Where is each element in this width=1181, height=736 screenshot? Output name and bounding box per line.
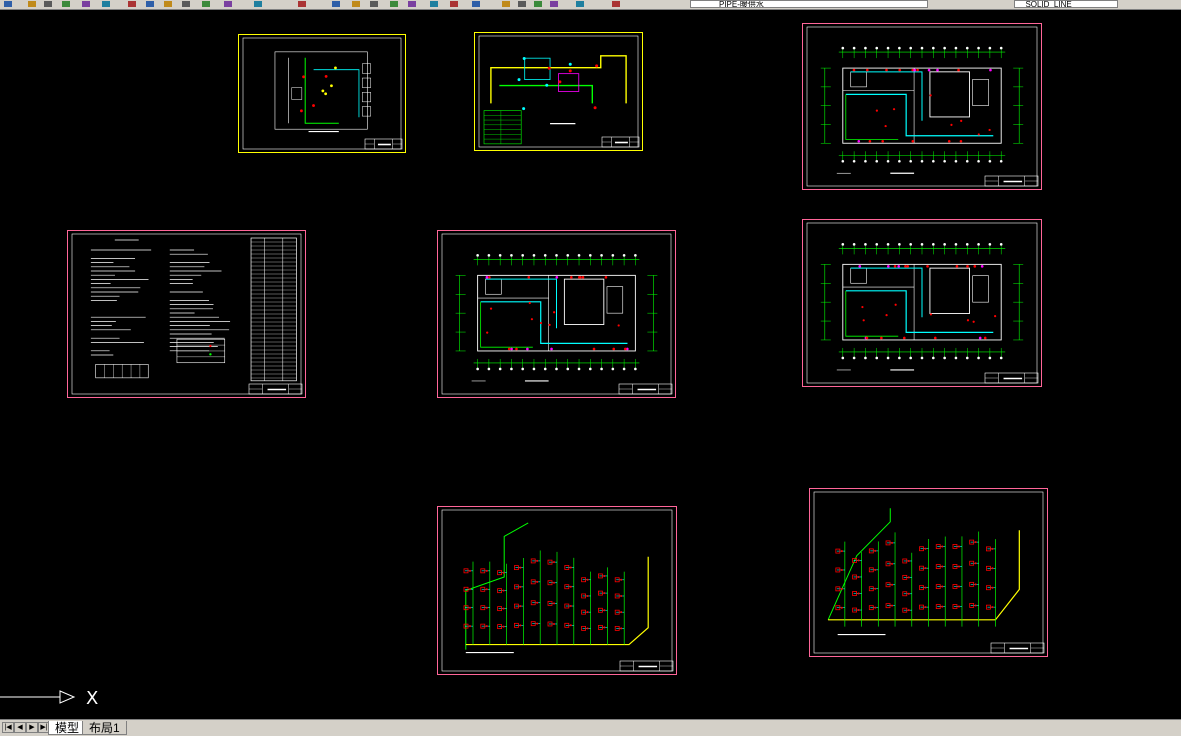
plot-preview-icon[interactable] — [80, 0, 92, 8]
sheet-graphics — [474, 32, 643, 151]
properties-icon[interactable] — [368, 0, 380, 8]
pan-icon[interactable] — [252, 0, 264, 8]
match-properties-icon[interactable] — [180, 0, 192, 8]
layer-manager-icon[interactable] — [516, 0, 528, 8]
redo-icon[interactable] — [222, 0, 234, 8]
standard-toolbar: PIPE-暖供水 _SOLID_LINE — [0, 0, 1181, 10]
drawing-sheet-isometric-1[interactable] — [437, 506, 677, 675]
print-icon[interactable] — [60, 0, 72, 8]
next-tab-icon[interactable]: ▶ — [26, 722, 38, 733]
cut-icon[interactable] — [126, 0, 138, 8]
paste-icon[interactable] — [162, 0, 174, 8]
sheet-set-icon[interactable] — [428, 0, 440, 8]
drawing-sheet-floor-plan-3[interactable] — [802, 219, 1042, 387]
markup-icon[interactable] — [448, 0, 460, 8]
open-icon[interactable] — [26, 0, 38, 8]
zoom-realtime-icon[interactable] — [296, 0, 308, 8]
publish-icon[interactable] — [100, 0, 112, 8]
drawing-sheet-system-schematic-2[interactable] — [474, 32, 643, 151]
tool-palettes-icon[interactable] — [406, 0, 418, 8]
plot-style-icon[interactable] — [610, 0, 622, 8]
sheet-graphics — [802, 23, 1042, 190]
zoom-window-icon[interactable] — [330, 0, 342, 8]
zoom-previous-icon[interactable] — [350, 0, 362, 8]
new-icon[interactable] — [2, 0, 14, 8]
sheet-graphics — [437, 230, 676, 398]
layer-state-icon[interactable] — [532, 0, 544, 8]
sheet-graphics — [809, 488, 1048, 657]
layout-tab-bar: |◀ ◀ ▶ ▶| 模型 布局1 — [0, 719, 1181, 736]
undo-icon[interactable] — [200, 0, 212, 8]
sheet-graphics — [437, 506, 677, 675]
line-weight-icon[interactable] — [574, 0, 586, 8]
layer-previous-icon[interactable] — [548, 0, 560, 8]
tab-layout1[interactable]: 布局1 — [82, 721, 127, 735]
drawing-sheet-system-schematic-1[interactable] — [238, 34, 406, 153]
ucs-icon: X — [0, 688, 98, 709]
drawing-sheet-floor-plan-2[interactable] — [437, 230, 676, 398]
drawing-sheet-floor-plan-1[interactable] — [802, 23, 1042, 190]
help-icon[interactable] — [500, 0, 512, 8]
drawing-sheet-isometric-2[interactable] — [809, 488, 1048, 657]
prev-tab-icon[interactable]: ◀ — [14, 722, 26, 733]
first-tab-icon[interactable]: |◀ — [2, 722, 14, 733]
tab-model[interactable]: 模型 — [48, 721, 87, 735]
save-icon[interactable] — [42, 0, 54, 8]
design-center-icon[interactable] — [388, 0, 400, 8]
calculator-icon[interactable] — [470, 0, 482, 8]
drawing-sheet-design-notes[interactable] — [67, 230, 306, 398]
ucs-x-label: X — [86, 688, 98, 709]
copy-icon[interactable] — [144, 0, 156, 8]
layer-dropdown[interactable]: PIPE-暖供水 — [690, 0, 928, 8]
linetype-dropdown[interactable]: _SOLID_LINE — [1014, 0, 1118, 8]
sheet-graphics — [802, 219, 1042, 387]
sheet-graphics — [238, 34, 406, 153]
sheet-graphics — [67, 230, 306, 398]
